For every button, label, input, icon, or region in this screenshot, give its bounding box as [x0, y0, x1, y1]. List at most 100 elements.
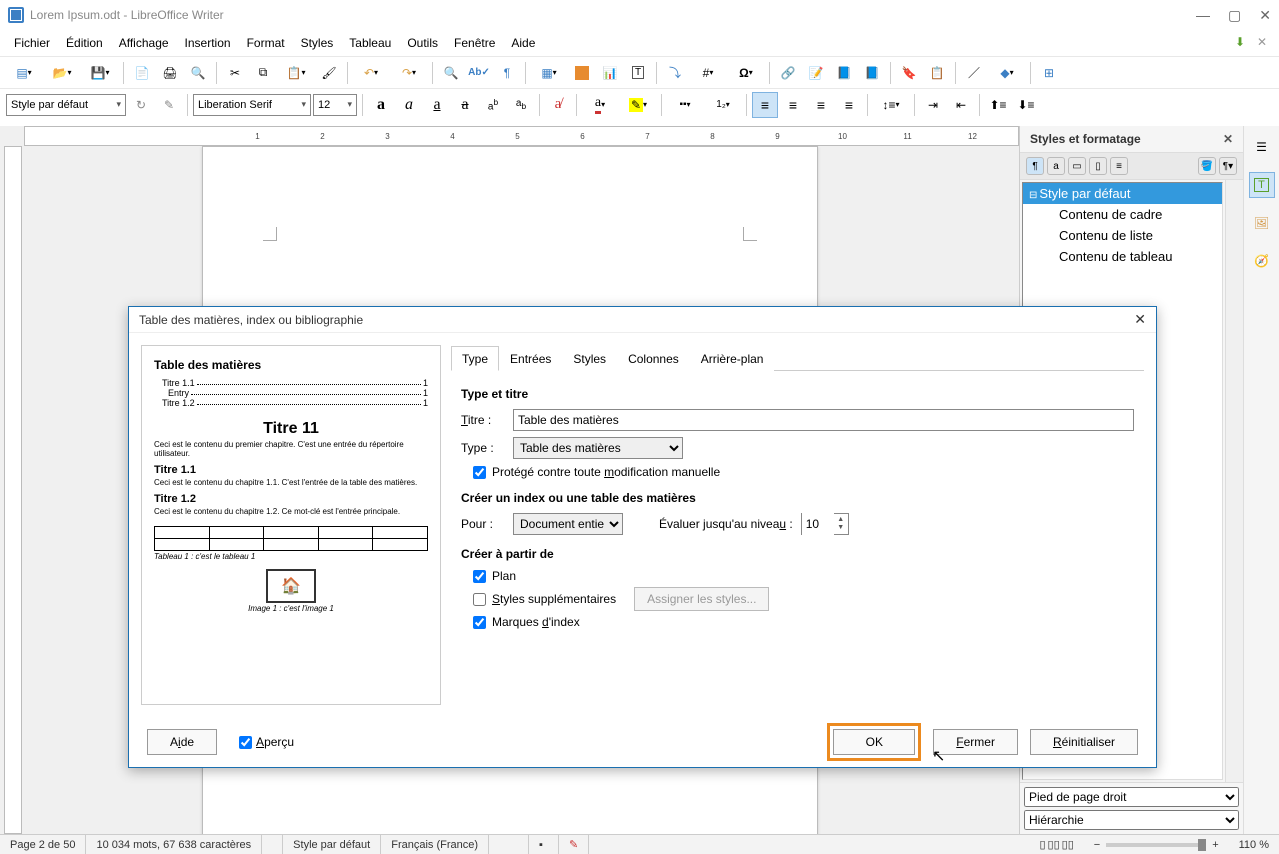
menu-table[interactable]: Tableau: [341, 32, 399, 54]
print-preview-button[interactable]: 🔍: [185, 60, 211, 86]
deck-properties-icon[interactable]: ☰: [1249, 134, 1275, 160]
paragraph-style-combo[interactable]: ▾: [6, 94, 126, 116]
protect-checkbox-row[interactable]: Protégé contre toute modification manuel…: [473, 465, 1134, 479]
minimize-button[interactable]: —: [1196, 7, 1210, 24]
insert-footnote-button[interactable]: 📝: [803, 60, 829, 86]
undo-button[interactable]: ↶▾: [353, 60, 389, 86]
paragraph-styles-icon[interactable]: ¶: [1026, 157, 1044, 175]
font-color-button[interactable]: a▾: [582, 92, 618, 118]
align-left-button[interactable]: ≡: [752, 92, 778, 118]
increase-para-spacing-button[interactable]: ⬆≡: [985, 92, 1011, 118]
align-center-button[interactable]: ≡: [780, 92, 806, 118]
font-size-combo[interactable]: ▾: [313, 94, 357, 116]
bullet-list-button[interactable]: ▪▪▾: [667, 92, 703, 118]
decrease-para-spacing-button[interactable]: ⬇≡: [1013, 92, 1039, 118]
new-button[interactable]: ▤▾: [6, 60, 42, 86]
tab-columns[interactable]: Colonnes: [617, 346, 690, 371]
close-button[interactable]: ✕: [1259, 7, 1271, 24]
style-item-default[interactable]: Style par défaut: [1023, 183, 1222, 204]
status-selection-mode[interactable]: ▪: [529, 835, 559, 854]
marques-checkbox[interactable]: [473, 616, 486, 629]
close-button[interactable]: Fermer: [933, 729, 1018, 755]
clear-formatting-button[interactable]: a̸: [545, 92, 571, 118]
highlight-button[interactable]: ✎▾: [620, 92, 656, 118]
style-item[interactable]: Contenu de liste: [1023, 225, 1222, 246]
menu-format[interactable]: Format: [239, 32, 293, 54]
apercu-checkbox[interactable]: [239, 736, 252, 749]
superscript-button[interactable]: ab: [480, 92, 506, 118]
menu-file[interactable]: Fichier: [6, 32, 58, 54]
protect-checkbox[interactable]: [473, 466, 486, 479]
find-replace-button[interactable]: 🔍: [438, 60, 464, 86]
ok-button[interactable]: OK: [833, 729, 915, 755]
print-button[interactable]: 🖨: [157, 60, 183, 86]
status-words[interactable]: 10 034 mots, 67 638 caractères: [86, 835, 262, 854]
line-spacing-button[interactable]: ↕≡▾: [873, 92, 909, 118]
titre-input[interactable]: [513, 409, 1134, 431]
tab-styles[interactable]: Styles: [562, 346, 617, 371]
page-break-button[interactable]: ⤵: [662, 60, 688, 86]
insert-textbox-button[interactable]: T: [625, 60, 651, 86]
font-name-combo[interactable]: ▾: [193, 94, 311, 116]
basic-shapes-button[interactable]: ◆▾: [989, 60, 1025, 86]
menu-help[interactable]: Aide: [503, 32, 543, 54]
dialog-close-icon[interactable]: ✕: [1134, 311, 1146, 328]
status-signature[interactable]: ✎: [559, 835, 589, 854]
update-style-button[interactable]: ↻: [128, 92, 154, 118]
styles-checkbox-row[interactable]: Styles supplémentaires Assigner les styl…: [473, 587, 1134, 611]
styles-supp-checkbox[interactable]: [473, 593, 486, 606]
page-styles-icon[interactable]: ▯: [1089, 157, 1107, 175]
zoom-percent[interactable]: 110 %: [1229, 835, 1279, 854]
menu-tools[interactable]: Outils: [399, 32, 446, 54]
menu-styles[interactable]: Styles: [293, 32, 342, 54]
copy-button[interactable]: ⧉: [250, 60, 276, 86]
niveau-spinner[interactable]: ▲▼: [801, 513, 849, 535]
close-doc-icon[interactable]: ✕: [1257, 35, 1273, 51]
align-right-button[interactable]: ≡: [808, 92, 834, 118]
formatting-marks-button[interactable]: ¶: [494, 60, 520, 86]
status-style[interactable]: Style par défaut: [283, 835, 381, 854]
list-styles-icon[interactable]: ≡: [1110, 157, 1128, 175]
save-button[interactable]: 💾▾: [82, 60, 118, 86]
tab-type[interactable]: Type: [451, 346, 499, 371]
style-list-scrollbar[interactable]: [1225, 180, 1243, 782]
clone-formatting-button[interactable]: 🖌: [316, 60, 342, 86]
insert-special-char-button[interactable]: Ω▾: [728, 60, 764, 86]
paste-button[interactable]: 📋▾: [278, 60, 314, 86]
fill-format-icon[interactable]: 🪣: [1198, 157, 1216, 175]
export-pdf-button[interactable]: 📄: [129, 60, 155, 86]
new-style-icon[interactable]: ¶▾: [1219, 157, 1237, 175]
multi-page-icon[interactable]: ▯▯: [1048, 838, 1060, 851]
spellcheck-button[interactable]: Ab✓: [466, 60, 492, 86]
menu-edit[interactable]: Édition: [58, 32, 111, 54]
vertical-ruler[interactable]: [4, 146, 22, 834]
track-changes-button[interactable]: 📋: [924, 60, 950, 86]
book-view-icon[interactable]: ▯▯: [1062, 838, 1074, 851]
new-style-button[interactable]: ✎: [156, 92, 182, 118]
insert-cross-ref-button[interactable]: 📘: [859, 60, 885, 86]
insert-hyperlink-button[interactable]: 🔗: [775, 60, 801, 86]
character-styles-icon[interactable]: a: [1047, 157, 1065, 175]
cut-button[interactable]: ✂: [222, 60, 248, 86]
frame-styles-icon[interactable]: ▭: [1068, 157, 1086, 175]
tab-background[interactable]: Arrière-plan: [690, 346, 775, 371]
marques-checkbox-row[interactable]: Marques d'index: [473, 615, 1134, 629]
help-button[interactable]: Aide: [147, 729, 217, 755]
plan-checkbox[interactable]: [473, 570, 486, 583]
zoom-in-icon[interactable]: +: [1212, 839, 1218, 851]
style-item[interactable]: Contenu de tableau: [1023, 246, 1222, 267]
insert-comment-button[interactable]: 🔖: [896, 60, 922, 86]
deck-styles-icon[interactable]: T: [1249, 172, 1275, 198]
tab-entries[interactable]: Entrées: [499, 346, 562, 371]
insert-field-button[interactable]: #▾: [690, 60, 726, 86]
decrease-indent-button[interactable]: ⇤: [948, 92, 974, 118]
status-page[interactable]: Page 2 de 50: [0, 835, 86, 854]
plan-checkbox-row[interactable]: Plan: [473, 569, 1134, 583]
bold-button[interactable]: a: [368, 92, 394, 118]
strikethrough-button[interactable]: a: [452, 92, 478, 118]
increase-indent-button[interactable]: ⇥: [920, 92, 946, 118]
menu-insert[interactable]: Insertion: [177, 32, 239, 54]
subscript-button[interactable]: ab: [508, 92, 534, 118]
open-button[interactable]: 📂▾: [44, 60, 80, 86]
insert-bookmark-button[interactable]: 📘: [831, 60, 857, 86]
